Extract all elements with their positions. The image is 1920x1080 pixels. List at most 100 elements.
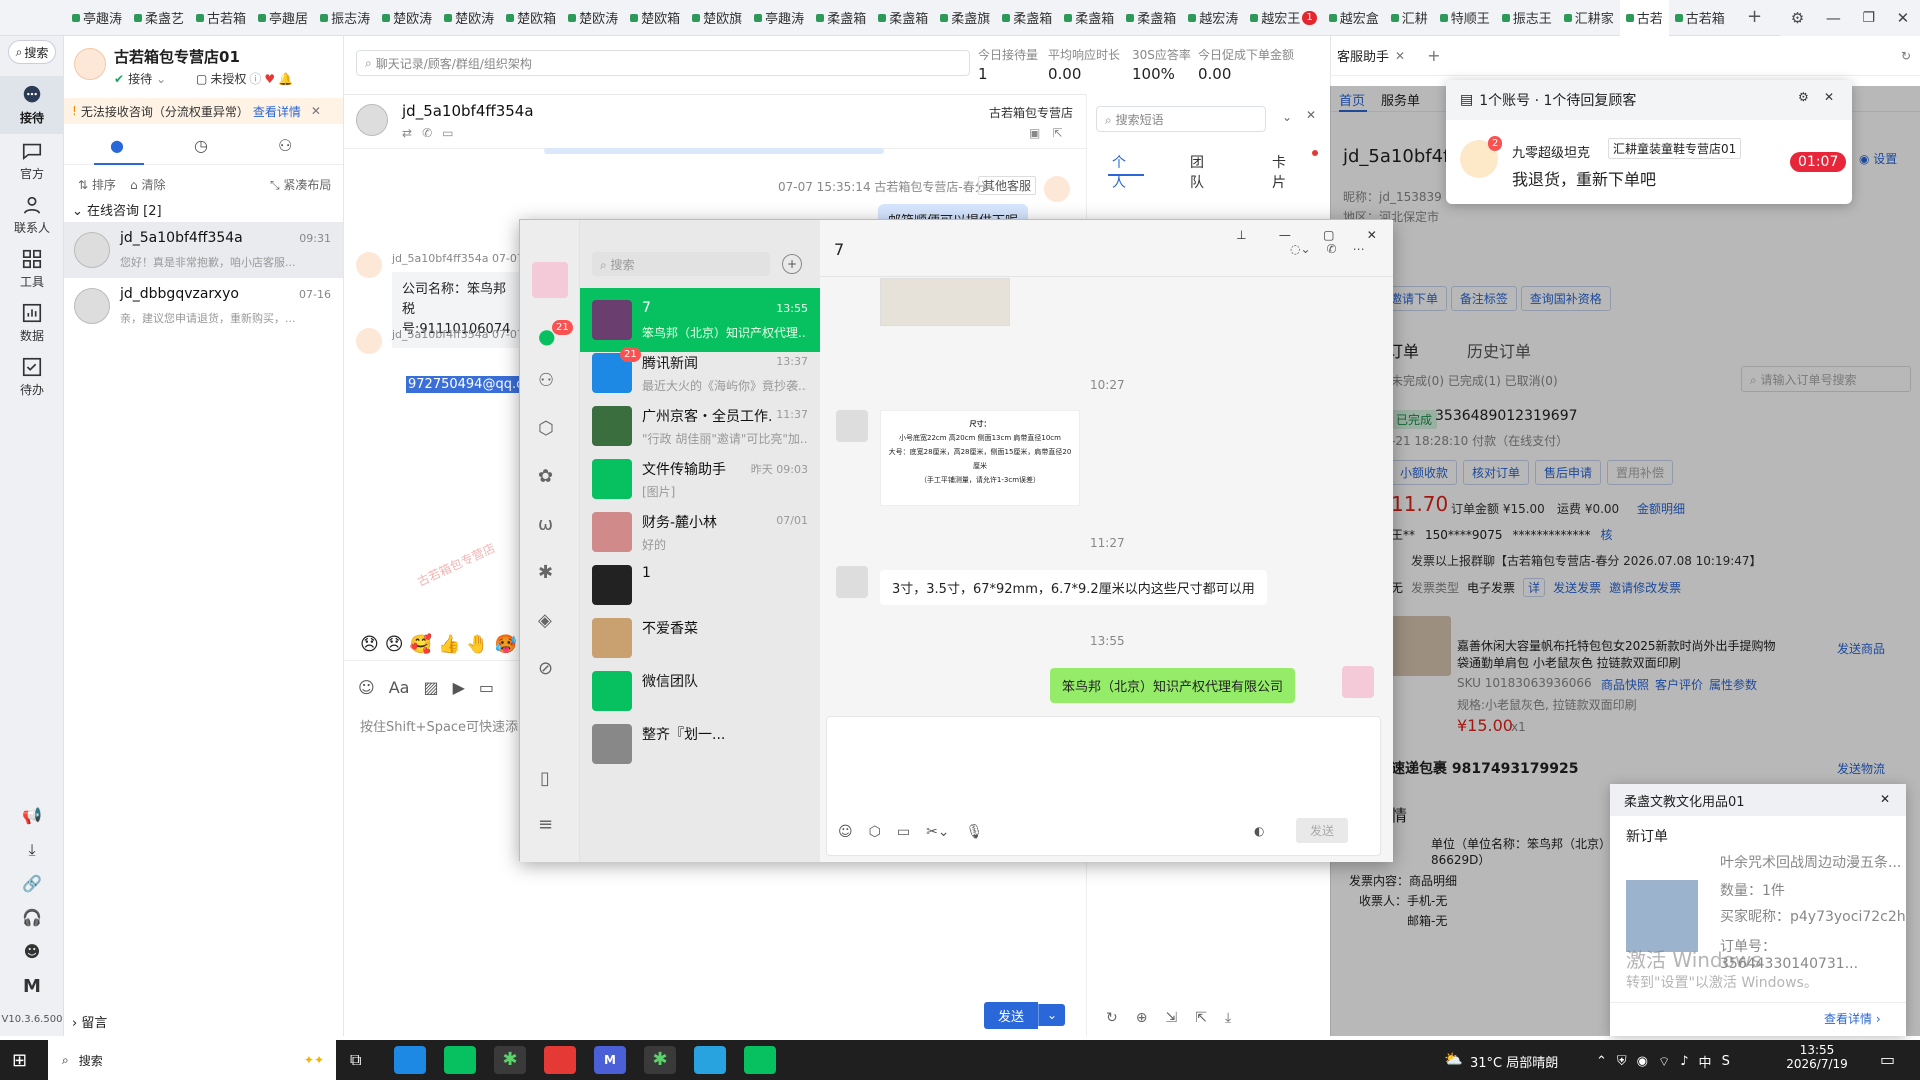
small-payment-button[interactable]: 小额收款 <box>1391 460 1458 485</box>
app-chat-icon[interactable] <box>694 1046 726 1074</box>
top-tab[interactable]: 楚欧旗 <box>686 0 748 36</box>
rail-reception[interactable]: 接待 <box>0 76 64 134</box>
top-tab[interactable]: 越宏王 1 <box>1244 0 1322 36</box>
font-icon[interactable]: Aa <box>389 678 410 697</box>
app-star-icon[interactable]: ✱ <box>494 1046 526 1074</box>
wechat-tray-icon[interactable]: ◉ <box>1637 1054 1648 1069</box>
network-icon[interactable]: ⌔ <box>1658 1054 1670 1070</box>
search-feature-icon[interactable]: ✱ <box>538 562 553 583</box>
pending-reply-card[interactable]: ▤ 1个账号 · 1个待回复顾客 ⚙ ✕ 2 九零超级坦克 汇耕童装童鞋专营店01… <box>1446 80 1852 204</box>
maximize-button[interactable]: ❐ <box>1862 10 1875 26</box>
settings-icon[interactable]: ⚙ <box>1798 90 1809 104</box>
phrase-search-input[interactable]: ⌕ 搜索短语 <box>1096 106 1266 132</box>
top-tab[interactable]: 柔盏箱 <box>1058 0 1120 36</box>
tab-home[interactable]: 首页 <box>1339 90 1365 109</box>
moments-icon[interactable]: ✿ <box>538 466 553 487</box>
maximize-button[interactable]: ▢ <box>1323 228 1334 242</box>
invoice-detail-button[interactable]: 详 <box>1523 578 1546 597</box>
task-view-icon[interactable]: ⧉ <box>350 1050 361 1070</box>
close-icon[interactable]: ✕ <box>1395 49 1405 63</box>
new-order-popup[interactable]: 柔盏文教文化用品01 ✕ 新订单 叶余咒术回战周边动漫五条... 数量：1件 买… <box>1610 784 1906 1036</box>
voice-icon[interactable]: ◐ <box>1254 824 1264 838</box>
box-icon[interactable]: ⬡ <box>869 824 881 840</box>
wechat-icon[interactable] <box>444 1046 476 1074</box>
minimize-button[interactable]: — <box>1826 9 1841 27</box>
top-tab[interactable]: 汇耕 <box>1385 0 1434 36</box>
image-message[interactable] <box>880 278 1010 326</box>
rail-data[interactable]: 数据 <box>0 302 64 344</box>
folder-icon[interactable]: ▭ <box>897 824 910 840</box>
close-button[interactable]: ✕ <box>1897 9 1910 27</box>
top-tab[interactable]: 古若箱 <box>1669 0 1731 36</box>
contacts-icon[interactable]: ⚇ <box>538 370 554 391</box>
add-tab-button[interactable]: + <box>1747 6 1762 27</box>
tab-service[interactable]: 服务单 <box>1381 90 1420 109</box>
outgoing-message[interactable]: 笨鸟邦（北京）知识产权代理有限公司 <box>1050 668 1296 703</box>
image-icon[interactable]: ▣ <box>1029 126 1040 140</box>
top-tab[interactable]: 楚欧箱 <box>500 0 562 36</box>
send-options-icon[interactable]: ⌄ <box>1038 1004 1066 1026</box>
close-icon[interactable]: ✕ <box>1824 90 1834 104</box>
m-logo-icon[interactable]: M <box>0 976 64 997</box>
share-icon[interactable]: ⇱ <box>1052 126 1062 140</box>
volume-icon[interactable]: ♪ <box>1680 1054 1688 1069</box>
top-tab[interactable]: 越宏涛 <box>1182 0 1244 36</box>
top-tab[interactable]: 柔盏箱 <box>872 0 934 36</box>
note-tag-button[interactable]: 备注标签 <box>1450 286 1517 311</box>
order-filters[interactable]: 未完成(0) 已完成(1) 已取消(0) <box>1391 372 1558 389</box>
windows-start-icon[interactable]: ⊞ <box>12 1050 27 1071</box>
chevron-up-icon[interactable]: ⌃ <box>1596 1054 1607 1069</box>
add-icon[interactable]: + <box>782 254 802 274</box>
top-tab[interactable]: 振志王 <box>1496 0 1558 36</box>
tab-personal[interactable]: 个人 <box>1112 152 1126 192</box>
close-button[interactable]: ✕ <box>1367 228 1377 242</box>
folder-icon[interactable]: ▭ <box>479 678 494 697</box>
order-search-input[interactable]: ⌕ 请输入订单号搜索 <box>1741 366 1911 392</box>
top-tab[interactable]: 亭趣涛 <box>66 0 128 36</box>
clock-tab-icon[interactable]: ◷ <box>194 136 208 155</box>
rail-search-button[interactable]: ⌕ 搜索 <box>8 40 56 64</box>
notification-icon[interactable]: ▭ <box>1880 1050 1895 1069</box>
subsidy-check-button[interactable]: 查询国补资格 <box>1520 286 1611 311</box>
top-tab[interactable]: 越宏盒 <box>1323 0 1385 36</box>
top-tab[interactable]: 柔盏艺 <box>128 0 190 36</box>
headset-icon[interactable]: 🎧 <box>0 908 64 927</box>
size-card-image[interactable]: 尺寸： 小号底宽22cm 高20cm 侧面13cm 肩带直径10cm 大号：底宽… <box>880 410 1080 506</box>
rail-tools[interactable]: 工具 <box>0 248 64 290</box>
top-tab[interactable]: 汇耕家 <box>1558 0 1620 36</box>
conversation-item[interactable]: jd_dbbgqvzarxyo 07-16 亲，建议您申请退货，重新购买，... <box>64 278 343 334</box>
link-icon[interactable]: 🔗 <box>0 874 64 893</box>
download-icon[interactable]: ⤓ <box>1225 1010 1231 1026</box>
wechat-chat-item[interactable]: 整齐『划一... <box>580 712 820 776</box>
message-input[interactable]: 按住Shift+Space可快速添 <box>360 716 518 735</box>
close-icon[interactable]: ✕ <box>1880 792 1890 806</box>
robot-icon[interactable]: ☻ <box>0 942 64 961</box>
chat-search-input[interactable]: ⌕ 聊天记录/顾客/群组/组织架构 <box>356 50 970 76</box>
shop-status[interactable]: ✔ 接待 ⌄ <box>114 70 166 87</box>
tab-cs-helper[interactable]: 客服助手 <box>1337 46 1389 65</box>
import-icon[interactable]: ⇲ <box>1165 1010 1177 1026</box>
box-icon[interactable]: ⬡ <box>538 418 554 439</box>
ime-indicator[interactable]: 中 <box>1699 1052 1712 1071</box>
auth-status[interactable]: ▢ 未授权 ⓘ ♥ 🔔 <box>196 70 293 87</box>
verify-link[interactable]: 核 <box>1600 526 1612 543</box>
scissors-icon[interactable]: ✂⌄ <box>926 824 949 840</box>
close-icon[interactable]: ✕ <box>1306 108 1316 122</box>
send-goods-link[interactable]: 发送商品 <box>1837 640 1885 657</box>
mic-icon[interactable]: 🎙 <box>966 824 984 840</box>
top-tab[interactable]: 振志涛 <box>314 0 376 36</box>
close-icon[interactable]: ✕ <box>311 104 321 118</box>
app-star-icon-2[interactable]: ✱ <box>644 1046 676 1074</box>
channels-icon[interactable]: ω <box>538 514 553 535</box>
menu-icon[interactable]: ≡ <box>538 814 553 835</box>
transfer-icon[interactable]: ⇄ <box>402 126 412 140</box>
compact-layout-button[interactable]: ⤡ 紧凑布局 <box>270 176 331 193</box>
top-tab[interactable]: 亭趣居 <box>252 0 314 36</box>
emoji-icon[interactable]: ☺ <box>838 824 853 840</box>
weather-text[interactable]: 31°C 局部晴朗 <box>1470 1052 1558 1071</box>
clear-button[interactable]: ⌂ 清除 <box>130 176 165 193</box>
shield-icon[interactable]: ⛨ <box>1617 1054 1627 1069</box>
email-selected-text[interactable]: 972750494@qq.co <box>406 376 534 393</box>
emoji-icon[interactable]: ☺ <box>358 678 375 697</box>
send-button[interactable]: 发送 <box>984 1001 1039 1029</box>
